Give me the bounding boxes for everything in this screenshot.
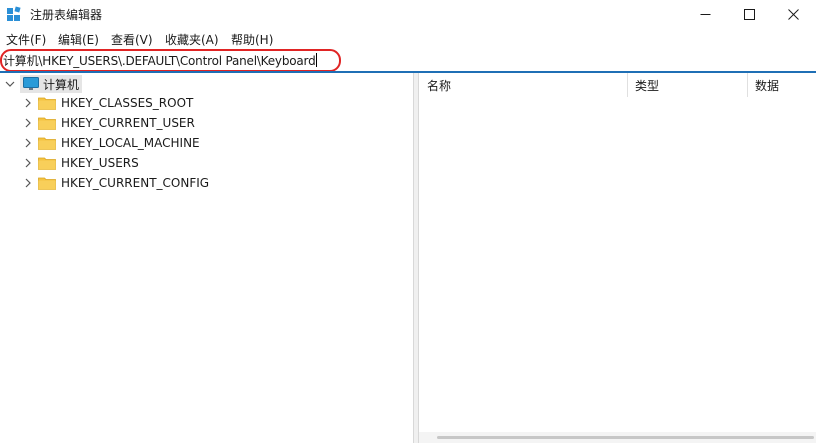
address-input[interactable]: 计算机\HKEY_USERS\.DEFAULT\Control Panel\Ke… [3, 52, 318, 69]
chevron-down-icon[interactable] [4, 78, 16, 90]
registry-editor-icon [7, 6, 21, 21]
menu-favorites[interactable]: 收藏夹(A) [165, 31, 219, 48]
tree-item-hkcc[interactable]: HKEY_CURRENT_CONFIG [22, 173, 209, 193]
folder-icon [38, 117, 56, 130]
maximize-icon [743, 8, 755, 20]
maximize-button[interactable] [726, 0, 772, 28]
horizontal-scrollbar[interactable] [419, 432, 816, 443]
chevron-right-icon[interactable] [22, 157, 34, 169]
key-tree-pane[interactable]: 计算机 HKEY_CLASSES_ROOT HKEY_CURRENT_USER … [0, 73, 413, 443]
tree-item-label: HKEY_USERS [61, 156, 139, 170]
folder-icon [38, 157, 56, 170]
column-header-name[interactable]: 名称 [427, 73, 451, 97]
tree-item-hku[interactable]: HKEY_USERS [22, 153, 139, 173]
tree-item-hkcr[interactable]: HKEY_CLASSES_ROOT [22, 93, 193, 113]
window-title: 注册表编辑器 [30, 8, 103, 22]
values-list-pane[interactable]: 名称 类型 数据 [419, 73, 816, 443]
column-divider[interactable] [627, 73, 628, 97]
tree-item-hklm[interactable]: HKEY_LOCAL_MACHINE [22, 133, 200, 153]
chevron-right-icon[interactable] [22, 97, 34, 109]
chevron-right-icon[interactable] [22, 137, 34, 149]
menu-view[interactable]: 查看(V) [111, 31, 153, 48]
column-divider[interactable] [747, 73, 748, 97]
tree-root-computer[interactable]: 计算机 [4, 74, 83, 94]
tree-root-label: 计算机 [43, 77, 80, 92]
menu-file[interactable]: 文件(F) [6, 31, 46, 48]
menu-help[interactable]: 帮助(H) [231, 31, 273, 48]
text-caret [316, 53, 318, 67]
folder-icon [38, 137, 56, 150]
close-button[interactable] [770, 0, 816, 28]
minimize-icon [700, 13, 710, 15]
tree-item-hkcu[interactable]: HKEY_CURRENT_USER [22, 113, 195, 133]
title-bar[interactable]: 注册表编辑器 [0, 0, 816, 28]
minimize-button[interactable] [682, 0, 728, 28]
menu-edit[interactable]: 编辑(E) [58, 31, 99, 48]
tree-item-label: HKEY_LOCAL_MACHINE [61, 136, 200, 150]
menu-bar: 文件(F) 编辑(E) 查看(V) 收藏夹(A) 帮助(H) [0, 28, 816, 48]
tree-item-label: HKEY_CURRENT_USER [61, 116, 195, 130]
address-value: 计算机\HKEY_USERS\.DEFAULT\Control Panel\Ke… [3, 54, 316, 68]
tree-root-selected: 计算机 [20, 75, 83, 93]
folder-icon [38, 97, 56, 110]
close-icon [787, 8, 799, 20]
column-header-data[interactable]: 数据 [755, 73, 779, 97]
column-header-type[interactable]: 类型 [635, 73, 659, 97]
tree-item-label: HKEY_CURRENT_CONFIG [61, 176, 210, 190]
tree-item-label: HKEY_CLASSES_ROOT [61, 96, 194, 110]
scrollbar-thumb[interactable] [437, 436, 814, 439]
chevron-right-icon[interactable] [22, 177, 34, 189]
folder-icon [38, 177, 56, 190]
address-bar[interactable]: 计算机\HKEY_USERS\.DEFAULT\Control Panel\Ke… [0, 48, 816, 72]
computer-icon [23, 77, 39, 90]
chevron-right-icon[interactable] [22, 117, 34, 129]
